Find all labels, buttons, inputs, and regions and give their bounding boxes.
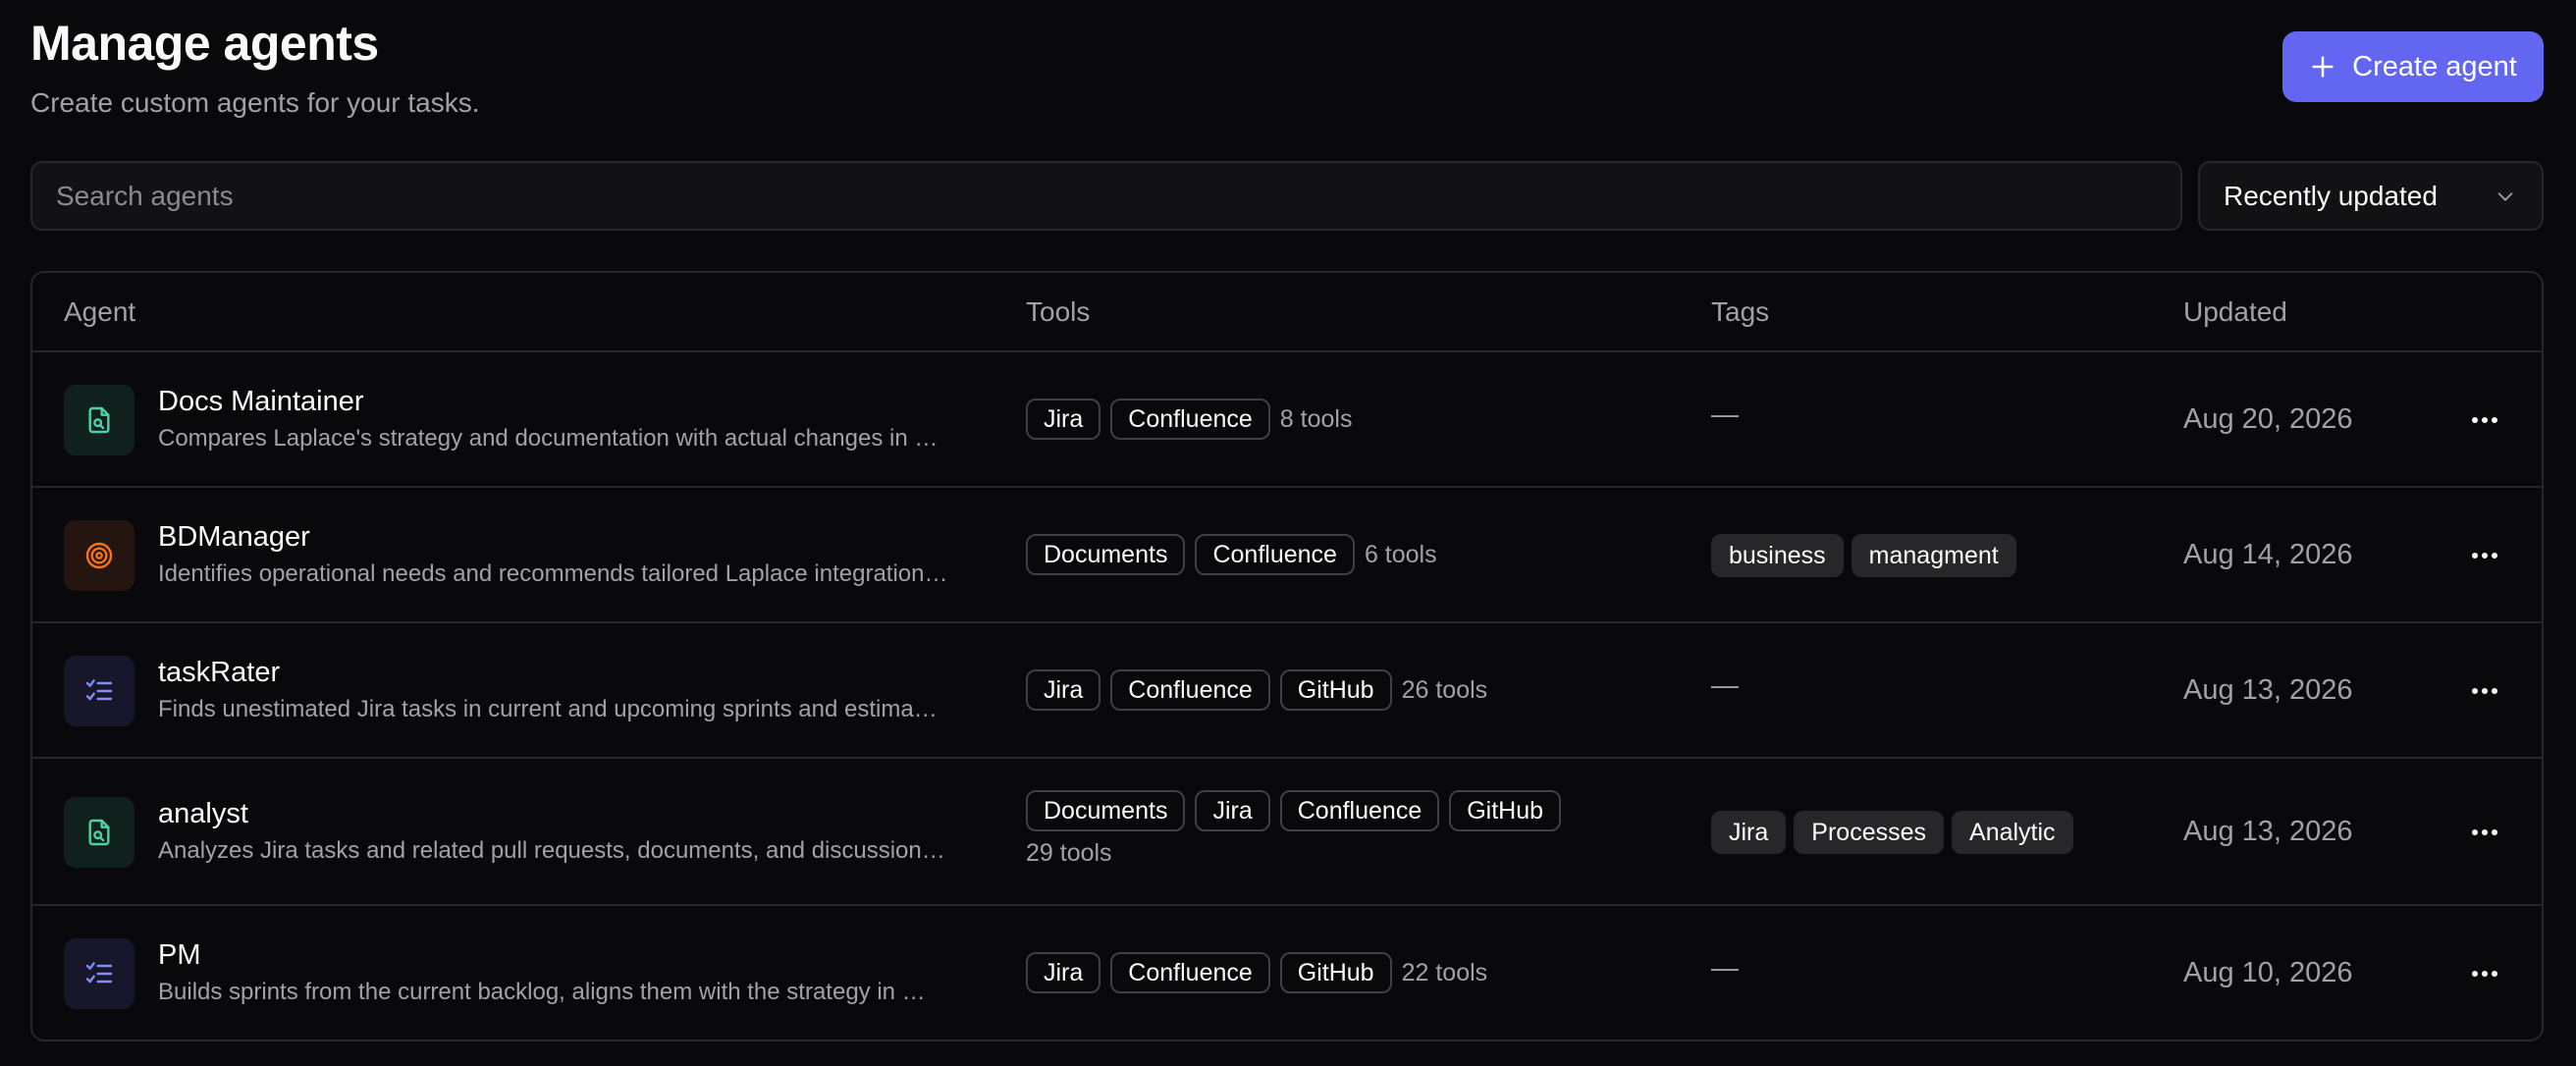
agents-table: Agent Tools Tags Updated Docs Maintainer… [30,271,2544,1041]
tool-chip: Jira [1026,669,1101,711]
tool-chip: Confluence [1279,790,1440,831]
tool-chip: Confluence [1110,399,1270,440]
empty-tags-dash: — [1711,952,1739,983]
row-actions-button[interactable] [2463,399,2506,442]
empty-tags-dash: — [1711,669,1739,700]
empty-tags-dash: — [1711,399,1739,429]
more-horizontal-icon [2472,829,2497,835]
tools-count: 29 tools [1026,839,1112,867]
tools-count: 6 tools [1364,540,1437,568]
tools-list: Jira Confluence GitHub 26 tools [1026,669,1576,711]
checklist-icon [85,679,113,701]
tool-chip: Jira [1026,952,1101,993]
create-agent-button[interactable]: Create agent [2282,31,2544,102]
agent-name[interactable]: taskRater [158,657,280,689]
create-agent-label: Create agent [2352,50,2517,82]
agent-description: Finds unestimated Jira tasks in current … [158,696,938,722]
checklist-icon [85,962,113,984]
row-actions-button[interactable] [2463,669,2506,713]
sort-dropdown[interactable]: Recently updated [2198,161,2544,231]
column-header-tools: Tools [1026,295,1091,327]
tags-list: Jira Processes Analytic [1711,811,2073,854]
row-actions-button[interactable] [2463,811,2506,854]
more-horizontal-icon [2472,553,2497,559]
tools-list: Jira Confluence GitHub 22 tools [1026,952,1576,993]
tool-chip: Documents [1026,790,1186,831]
target-icon [85,542,113,569]
agent-name[interactable]: Docs Maintainer [158,386,364,418]
tag-chip: managment [1851,534,2016,577]
table-row[interactable]: BDManager Identifies operational needs a… [32,488,2542,623]
table-row[interactable]: PM Builds sprints from the current backl… [32,906,2542,1039]
updated-date: Aug 13, 2026 [2183,674,2353,706]
search-input[interactable] [56,180,2180,212]
tags-list: — [1711,952,1739,984]
tools-count: 26 tools [1401,675,1488,704]
updated-date: Aug 20, 2026 [2183,403,2353,435]
updated-date: Aug 14, 2026 [2183,539,2353,570]
row-actions-button[interactable] [2463,534,2506,577]
tools-list: Jira Confluence 8 tools [1026,399,1576,440]
page-subtitle: Create custom agents for your tasks. [30,87,480,118]
tags-list: — [1711,399,1739,430]
updated-date: Aug 10, 2026 [2183,957,2353,988]
agent-description: Analyzes Jira tasks and related pull req… [158,837,945,864]
document-search-icon [88,819,110,846]
agent-description: Identifies operational needs and recomme… [158,560,948,587]
tool-chip: Documents [1026,534,1186,575]
column-header-updated: Updated [2183,295,2287,327]
agent-avatar [64,797,134,868]
plus-icon [2312,56,2334,78]
column-header-tags: Tags [1711,295,1770,327]
tag-chip: Jira [1711,811,1787,854]
more-horizontal-icon [2472,971,2497,977]
page-header: Manage agents Create custom agents for y… [30,14,480,120]
updated-date: Aug 13, 2026 [2183,816,2353,847]
tool-chip: Confluence [1110,669,1270,711]
table-row[interactable]: Docs Maintainer Compares Laplace's strat… [32,352,2542,488]
agent-avatar [64,385,134,455]
tag-chip: Analytic [1952,811,2073,854]
tag-chip: business [1711,534,1844,577]
sort-selected-label: Recently updated [2224,180,2438,211]
tools-count: 22 tools [1401,958,1488,986]
chevron-down-icon [2497,191,2513,201]
more-horizontal-icon [2472,417,2497,423]
tags-list: — [1711,669,1739,701]
more-horizontal-icon [2472,688,2497,694]
agent-description: Compares Laplace's strategy and document… [158,425,939,452]
agent-description: Builds sprints from the current backlog,… [158,979,926,1005]
tools-count: 8 tools [1279,404,1353,433]
tools-list: Documents Jira Confluence GitHub 29 tool… [1026,790,1576,868]
agent-avatar [64,938,134,1009]
search-box[interactable] [30,161,2182,231]
tool-chip: Confluence [1195,534,1355,575]
tag-chip: Processes [1794,811,1945,854]
table-row[interactable]: analyst Analyzes Jira tasks and related … [32,759,2542,906]
agent-avatar [64,520,134,591]
tool-chip: GitHub [1279,669,1392,711]
table-header: Agent Tools Tags Updated [32,273,2542,352]
tool-chip: GitHub [1279,952,1392,993]
document-search-icon [88,406,110,434]
tags-list: business managment [1711,534,2016,577]
table-row[interactable]: taskRater Finds unestimated Jira tasks i… [32,623,2542,759]
agent-name[interactable]: PM [158,939,201,972]
tools-list: Documents Confluence 6 tools [1026,534,1576,575]
row-actions-button[interactable] [2463,952,2506,995]
tool-chip: Jira [1026,399,1101,440]
agent-name[interactable]: BDManager [158,521,310,554]
page-title: Manage agents [30,16,379,71]
column-header-agent: Agent [64,295,136,327]
tool-chip: Confluence [1110,952,1270,993]
tool-chip: GitHub [1449,790,1562,831]
tool-chip: Jira [1195,790,1270,831]
agent-avatar [64,656,134,726]
agent-name[interactable]: analyst [158,798,248,830]
